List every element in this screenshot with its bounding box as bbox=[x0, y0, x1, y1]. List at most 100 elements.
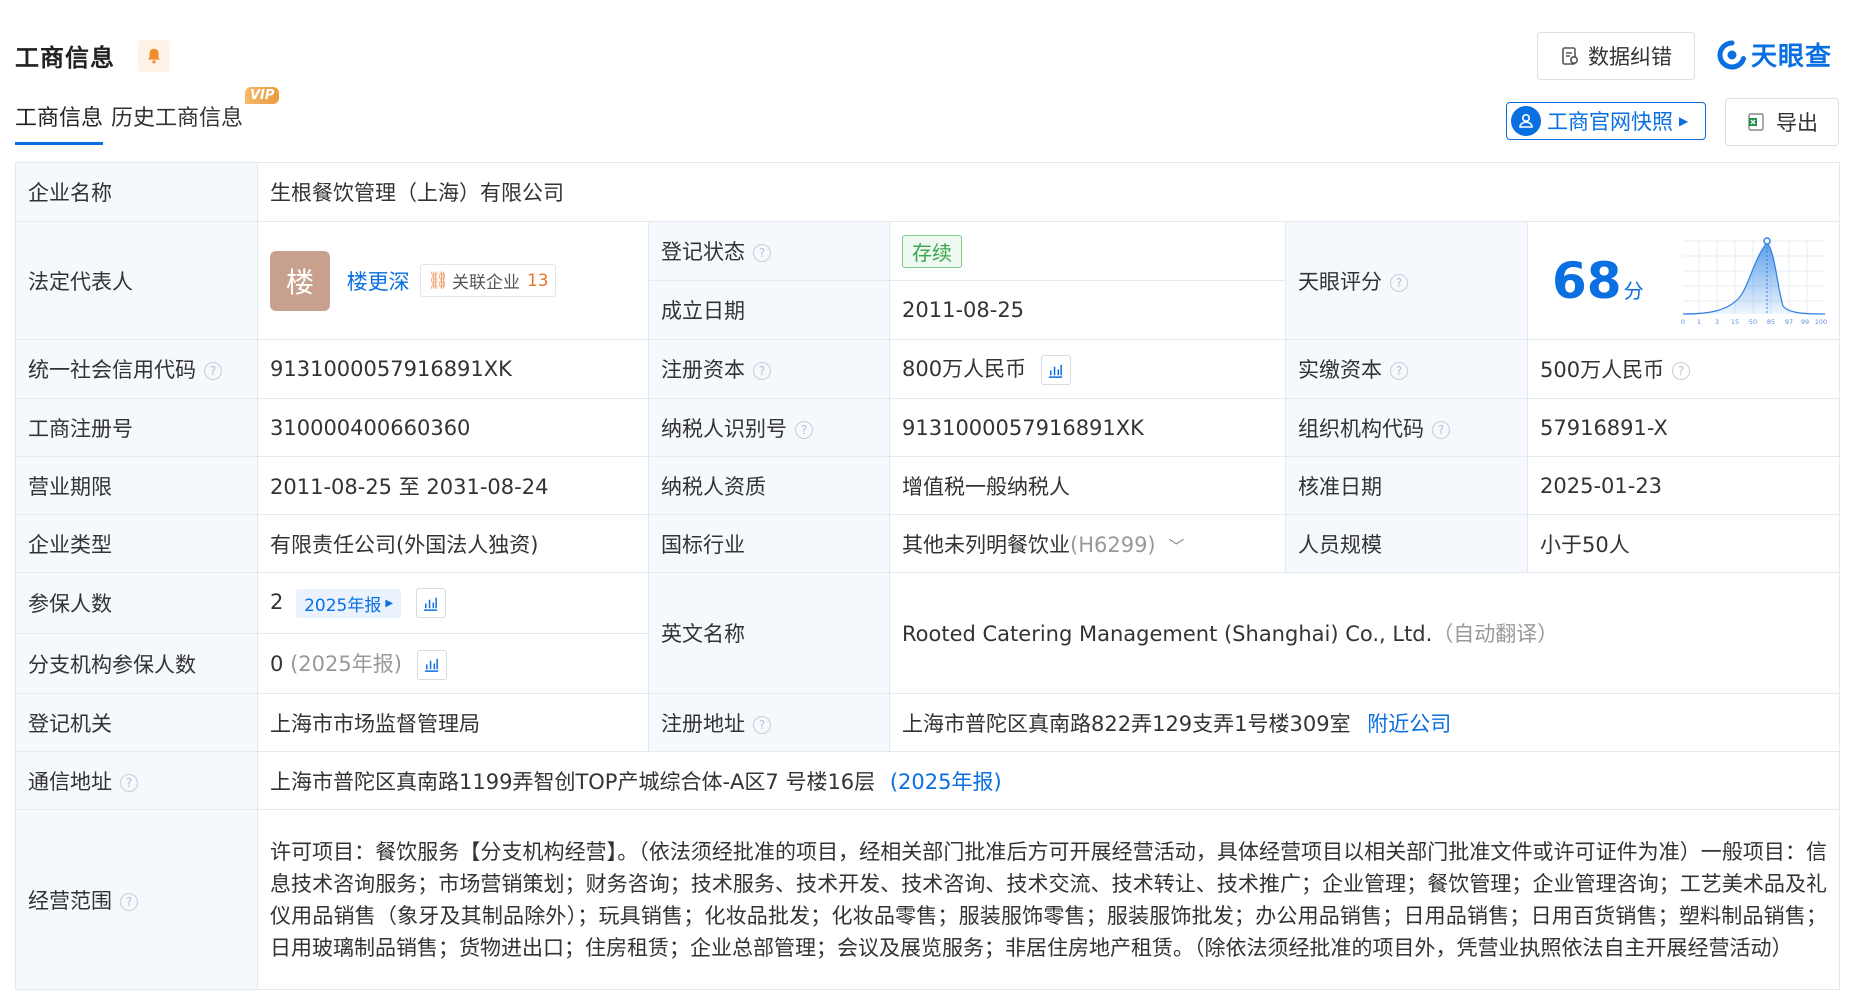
credit-code-label-cell: 统一社会信用代码? bbox=[15, 339, 258, 399]
approve-date-value: 2025-01-23 bbox=[1526, 456, 1841, 515]
annual-report-tag[interactable]: 2025年报 ▶ bbox=[296, 588, 402, 618]
relation-graph-icon: ⛓ bbox=[427, 270, 449, 291]
legal-rep-name-link[interactable]: 楼更深 bbox=[347, 270, 410, 294]
export-button[interactable]: 导出 bbox=[1725, 98, 1839, 146]
reg-address-label: 注册地址 bbox=[661, 711, 745, 736]
bar-chart-icon[interactable] bbox=[1040, 355, 1071, 385]
brand-logo: 天眼查 bbox=[1717, 36, 1832, 73]
tab-business-info-label: 工商信息 bbox=[15, 106, 104, 131]
section-title: 工商信息 bbox=[15, 44, 115, 72]
official-snapshot-button[interactable]: 工商官网快照 ▶ bbox=[1506, 102, 1706, 140]
scope-value: 许可项目：餐饮服务【分支机构经营】。（依法须经批准的项目，经相关部门批准后方可开… bbox=[256, 809, 1841, 990]
axis-tick: 97 bbox=[1785, 318, 1793, 326]
insured-label: 参保人数 bbox=[15, 572, 258, 634]
approve-date-label: 核准日期 bbox=[1285, 456, 1528, 515]
avatar[interactable]: 楼 bbox=[270, 250, 330, 311]
reg-status-label: 登记状态 bbox=[661, 240, 745, 264]
industry-cell[interactable]: 其他未列明餐饮业(H6299) ﹀ bbox=[889, 514, 1286, 573]
caret-right-icon: ▶ bbox=[385, 597, 394, 609]
taxpayer-id-label: 纳税人识别号 bbox=[661, 416, 787, 441]
reg-number-value: 310000400660360 bbox=[257, 398, 649, 457]
help-icon[interactable]: ? bbox=[795, 420, 813, 439]
bar-chart-icon[interactable] bbox=[416, 649, 447, 680]
axis-tick: 15 bbox=[1731, 318, 1739, 326]
annual-report-label: 2025年报 bbox=[304, 595, 382, 616]
help-icon[interactable]: ? bbox=[1672, 362, 1691, 380]
taxpayer-id-value: 9131000057916891XK bbox=[889, 398, 1286, 457]
english-name-value: Rooted Catering Management (Shanghai) Co… bbox=[902, 622, 1433, 646]
authority-value: 上海市市场监督管理局 bbox=[257, 693, 649, 752]
contact-address-value: 上海市普陀区真南路1199弄智创TOP产城综合体-A区7 号楼16层 bbox=[270, 769, 876, 794]
tax-qual-label: 纳税人资质 bbox=[648, 456, 890, 515]
insured-cell: 2 2025年报 ▶ bbox=[257, 572, 649, 634]
help-icon[interactable]: ? bbox=[753, 362, 771, 380]
paid-capital-cell: 500万人民币? bbox=[1526, 339, 1841, 399]
score-unit: 分 bbox=[1623, 278, 1644, 303]
bell-icon[interactable] bbox=[138, 40, 170, 72]
tianyancha-logo-icon bbox=[1717, 40, 1746, 69]
industry-label: 国标行业 bbox=[648, 514, 890, 573]
active-tab-indicator bbox=[15, 142, 103, 145]
english-name-label: 英文名称 bbox=[648, 572, 890, 694]
paid-capital-label-cell: 实缴资本? bbox=[1285, 339, 1528, 399]
contact-address-report-link[interactable]: (2025年报) bbox=[890, 770, 1002, 794]
legal-rep-label: 法定代表人 bbox=[15, 221, 258, 340]
help-icon[interactable]: ? bbox=[1390, 273, 1408, 292]
table-row: 企业类型 有限责任公司(外国法人独资) 国标行业 其他未列明餐饮业(H6299)… bbox=[15, 514, 1841, 573]
tab-business-info[interactable]: 工商信息 bbox=[15, 100, 103, 132]
official-snapshot-label: 工商官网快照 bbox=[1547, 110, 1673, 134]
english-name-note: （自动翻译） bbox=[1432, 622, 1559, 646]
reg-status-cell: 存续 bbox=[889, 221, 1286, 281]
status-badge: 存续 bbox=[902, 234, 962, 268]
table-row: 工商注册号 310000400660360 纳税人识别号? 9131000057… bbox=[15, 398, 1841, 457]
paid-capital-value: 500万人民币 bbox=[1540, 358, 1665, 382]
bar-chart-icon[interactable] bbox=[415, 588, 446, 618]
company-type-label: 企业类型 bbox=[15, 514, 258, 573]
table-row: 参保人数 2 2025年报 ▶ 英文名称 Rooted Catering Mana… bbox=[15, 572, 1841, 694]
tab-history-info-label: 历史工商信息 bbox=[111, 106, 244, 131]
score-value: 68 bbox=[1552, 251, 1622, 310]
person-badge-icon bbox=[1511, 106, 1541, 136]
reg-address-cell: 上海市普陀区真南路822弄129支弄1号楼309室 附近公司 bbox=[888, 693, 1841, 752]
branch-insured-cell: 0 (2025年报) bbox=[257, 633, 649, 694]
axis-tick: 0 bbox=[1681, 318, 1685, 326]
help-icon[interactable]: ? bbox=[204, 362, 222, 380]
credit-code-label: 统一社会信用代码 bbox=[28, 358, 196, 382]
help-icon[interactable]: ? bbox=[1390, 362, 1408, 380]
contact-address-label: 通信地址 bbox=[28, 769, 112, 794]
paid-capital-label: 实缴资本 bbox=[1298, 358, 1382, 382]
nearby-companies-link[interactable]: 附近公司 bbox=[1367, 712, 1451, 736]
help-icon[interactable]: ? bbox=[753, 244, 771, 262]
english-name-cell: Rooted Catering Management (Shanghai) Co… bbox=[888, 572, 1841, 694]
help-icon[interactable]: ? bbox=[120, 773, 138, 792]
founded-value: 2011-08-25 bbox=[889, 280, 1286, 340]
scope-label: 经营范围 bbox=[28, 888, 112, 913]
help-icon[interactable]: ? bbox=[120, 892, 138, 911]
data-correction-button[interactable]: 数据纠错 bbox=[1537, 32, 1695, 80]
table-row: 通信地址? 上海市普陀区真南路1199弄智创TOP产城综合体-A区7 号楼16层… bbox=[15, 751, 1841, 810]
score-label-cell: 天眼评分? bbox=[1285, 221, 1528, 340]
reg-address-label-cell: 注册地址? bbox=[648, 693, 890, 752]
score-axis-labels: 0 1 3 15 50 85 97 99 100 bbox=[1681, 318, 1827, 326]
org-code-label: 组织机构代码 bbox=[1298, 416, 1424, 441]
section-header: 工商信息 数据纠错 天眼查 bbox=[15, 30, 1836, 80]
company-name-value: 生根餐饮管理（上海）有限公司 bbox=[256, 162, 1841, 222]
table-row: 统一社会信用代码? 9131000057916891XK 注册资本? 800万人… bbox=[15, 339, 1841, 399]
vip-badge: VIP bbox=[245, 87, 280, 104]
insured-value: 2 bbox=[270, 590, 284, 614]
help-icon[interactable]: ? bbox=[1432, 420, 1450, 439]
export-label: 导出 bbox=[1776, 111, 1818, 135]
industry-value: 其他未列明餐饮业 bbox=[902, 532, 1070, 557]
branch-insured-label: 分支机构参保人数 bbox=[15, 633, 258, 694]
branch-insured-value: 0 bbox=[270, 651, 284, 676]
chevron-down-icon[interactable]: ﹀ bbox=[1168, 537, 1184, 556]
tax-qual-value: 增值税一般纳税人 bbox=[889, 456, 1286, 515]
axis-tick: 1 bbox=[1697, 318, 1701, 326]
score-label: 天眼评分 bbox=[1298, 269, 1382, 294]
scope-label-cell: 经营范围? bbox=[15, 809, 258, 990]
term-value: 2011-08-25 至 2031-08-24 bbox=[257, 456, 649, 515]
related-companies-tag[interactable]: ⛓ 关联企业 13 bbox=[420, 264, 556, 297]
help-icon[interactable]: ? bbox=[753, 715, 771, 734]
tab-history-info[interactable]: 历史工商信息 bbox=[111, 100, 243, 132]
score-cell[interactable]: 68 分 0 1 3 15 50 85 97 99 100 bbox=[1526, 221, 1841, 340]
